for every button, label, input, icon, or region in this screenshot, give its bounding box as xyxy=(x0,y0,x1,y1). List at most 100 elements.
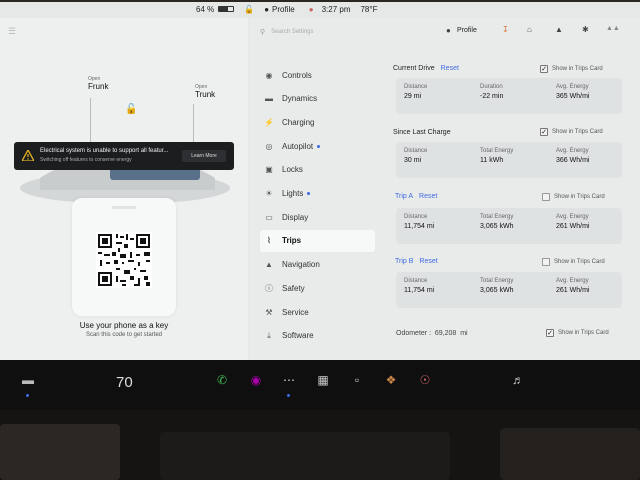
stat-avg-energy: Avg. Energy 261 Wh/mi xyxy=(556,278,589,294)
settings-panel: ⚲ Search Settings ● Profile ↧ ⌂ ▲ ✱ ▲▲ ◉… xyxy=(250,18,640,360)
menu-item-autopilot[interactable]: ◎ Autopilot xyxy=(260,135,375,157)
warning-title: Electrical system is unable to support a… xyxy=(40,148,169,154)
person-icon: ● xyxy=(264,4,270,14)
stat-value: 29 mi xyxy=(404,93,422,100)
stat-value: 261 Wh/mi xyxy=(556,287,590,294)
trip-a-show-toggle[interactable]: Show in Trips Card xyxy=(542,193,605,201)
trip-a-stats: Distance 11,754 mi Total Energy 3,065 kWh … xyxy=(396,208,622,244)
trip-b-label: Trip B xyxy=(395,258,414,265)
stat-value: 11,754 mi xyxy=(404,223,435,230)
checkbox[interactable] xyxy=(542,258,550,266)
trunk-label: Trunk xyxy=(195,90,216,99)
menu-item-label: Controls xyxy=(282,70,312,80)
bell-icon[interactable]: ▲ xyxy=(555,25,563,34)
stat-value: 3,065 kWh xyxy=(480,287,514,294)
stat-value: 30 mi xyxy=(404,157,422,164)
trunk-control[interactable]: Open Trunk xyxy=(195,84,215,99)
qr-code[interactable] xyxy=(96,232,152,288)
seat-shadow xyxy=(0,424,120,480)
stat-distance: Distance 29 mi xyxy=(404,84,427,100)
search-field[interactable]: ⚲ Search Settings xyxy=(260,26,380,38)
checkbox[interactable]: ✓ xyxy=(540,65,548,73)
display-icon: ▭ xyxy=(265,212,273,222)
stat-value: 366 Wh/mi xyxy=(556,157,590,164)
download-icon[interactable]: ↧ xyxy=(502,25,509,34)
menu-item-navigation[interactable]: ▲ Navigation xyxy=(260,254,375,276)
warning-toast: Electrical system is unable to support a… xyxy=(14,142,234,170)
more-apps-icon[interactable]: ⋯ xyxy=(281,372,297,388)
stat-key: Avg. Energy xyxy=(556,84,589,90)
battery-percent: 64 % xyxy=(196,4,215,14)
bluetooth-icon[interactable]: ✱ xyxy=(582,25,589,34)
phone-key-subtitle: Scan this code to get started xyxy=(85,332,163,338)
taskbar: ▬ 70 ✆ ◉ ⋯ ▦ ▫ ❖ ☉ ♬ xyxy=(0,360,640,410)
menu-item-charging[interactable]: ⚡ Charging xyxy=(260,111,375,133)
frunk-control[interactable]: Open Frunk xyxy=(88,76,108,91)
joystick-icon[interactable]: ☉ xyxy=(417,372,433,388)
notes-icon[interactable]: ▫ xyxy=(349,372,365,388)
menu-item-locks[interactable]: ▣ Locks xyxy=(260,159,375,181)
trip-b-show-toggle[interactable]: Show in Trips Card xyxy=(542,258,605,266)
current-drive-title: Current Drive Reset xyxy=(393,65,459,72)
menu-item-trips[interactable]: ⌇ Trips xyxy=(260,229,375,252)
trip-b-reset[interactable]: Reset xyxy=(419,258,437,265)
current-drive-show-toggle[interactable]: ✓ Show in Trips Card xyxy=(540,65,603,73)
speedometer-icon[interactable]: ◉ xyxy=(248,372,264,388)
volume-icon[interactable]: ♬ xyxy=(510,372,526,388)
menu-item-label: Lights xyxy=(282,189,304,198)
stat-key: Distance xyxy=(404,214,428,220)
arcade-icon[interactable]: ❖ xyxy=(383,372,399,388)
menu-item-label: Software xyxy=(282,331,314,341)
menu-item-software[interactable]: ⤓ Software xyxy=(260,325,375,347)
trip-a-reset[interactable]: Reset xyxy=(419,193,437,200)
signal-icon: ▲▲ xyxy=(606,25,620,32)
menu-item-label: Trips xyxy=(282,236,302,246)
menu-item-controls[interactable]: ◉ Controls xyxy=(260,64,375,86)
phone-icon[interactable]: ✆ xyxy=(214,372,230,388)
checkbox[interactable]: ✓ xyxy=(540,128,548,136)
car-icon: ▬ xyxy=(265,94,273,104)
toybox-icon[interactable]: ▦ xyxy=(315,372,331,388)
stat-distance: Distance 11,754 mi xyxy=(404,278,434,294)
stat-value: -22 min xyxy=(480,93,504,100)
menu-item-label: Navigation xyxy=(282,260,320,270)
checkbox[interactable]: ✓ xyxy=(546,329,554,337)
console-shadow xyxy=(160,432,450,480)
menu-item-lights[interactable]: ☀ Lights xyxy=(260,183,375,205)
stat-avg-energy: Avg. Energy 366 Wh/mi xyxy=(556,148,589,164)
stat-value: 365 Wh/mi xyxy=(556,93,590,100)
checkbox[interactable] xyxy=(542,193,550,201)
trip-b-stats: Distance 11,754 mi Total Energy 3,065 kWh … xyxy=(396,272,622,308)
menu-item-display[interactable]: ▭ Display xyxy=(260,206,375,228)
show-label: Show in Trips Card xyxy=(552,129,603,135)
sun-icon: ☀ xyxy=(265,189,273,198)
stat-distance: Distance 11,754 mi xyxy=(404,214,434,230)
menu-icon[interactable]: ☰ xyxy=(8,26,16,37)
since-charge-show-toggle[interactable]: ✓ Show in Trips Card xyxy=(540,128,603,136)
stat-distance: Distance 30 mi xyxy=(404,148,427,164)
menu-item-service[interactable]: ⚒ Service xyxy=(260,301,375,323)
odometer-show-toggle[interactable]: ✓ Show in Trips Card xyxy=(546,329,609,337)
cabin-temperature[interactable]: 70 xyxy=(116,374,133,391)
menu-item-dynamics[interactable]: ▬ Dynamics xyxy=(260,88,375,110)
bolt-icon: ⚡ xyxy=(264,117,274,127)
menu-item-label: Autopilot xyxy=(282,141,314,151)
menu-item-safety[interactable]: ⓘ Safety xyxy=(260,277,375,299)
status-profile[interactable]: Profile xyxy=(272,5,295,14)
stat-key: Avg. Energy xyxy=(556,214,589,220)
learn-more-button[interactable]: Learn More xyxy=(182,150,226,162)
photo-frame: 64 % 🔓 ● Profile ● 3:27 pm 78°F ☰ Open F… xyxy=(0,0,640,480)
car-view-panel: ☰ Open Frunk Open Trunk 🔓 Electrical sys… xyxy=(0,18,248,360)
garage-icon[interactable]: ⌂ xyxy=(527,25,532,34)
stat-key: Total Energy xyxy=(480,148,514,154)
show-label: Show in Trips Card xyxy=(554,259,605,265)
stat-key: Distance xyxy=(404,278,428,284)
car-icon[interactable]: ▬ xyxy=(20,372,36,388)
status-dot xyxy=(307,192,311,195)
more-apps-dot xyxy=(287,394,290,397)
trip-a-title: Trip A Reset xyxy=(395,193,437,200)
current-drive-reset[interactable]: Reset xyxy=(441,65,459,72)
header-profile[interactable]: Profile xyxy=(457,27,477,34)
car-lock-icon[interactable]: 🔓 xyxy=(125,104,137,115)
show-label: Show in Trips Card xyxy=(554,194,605,200)
